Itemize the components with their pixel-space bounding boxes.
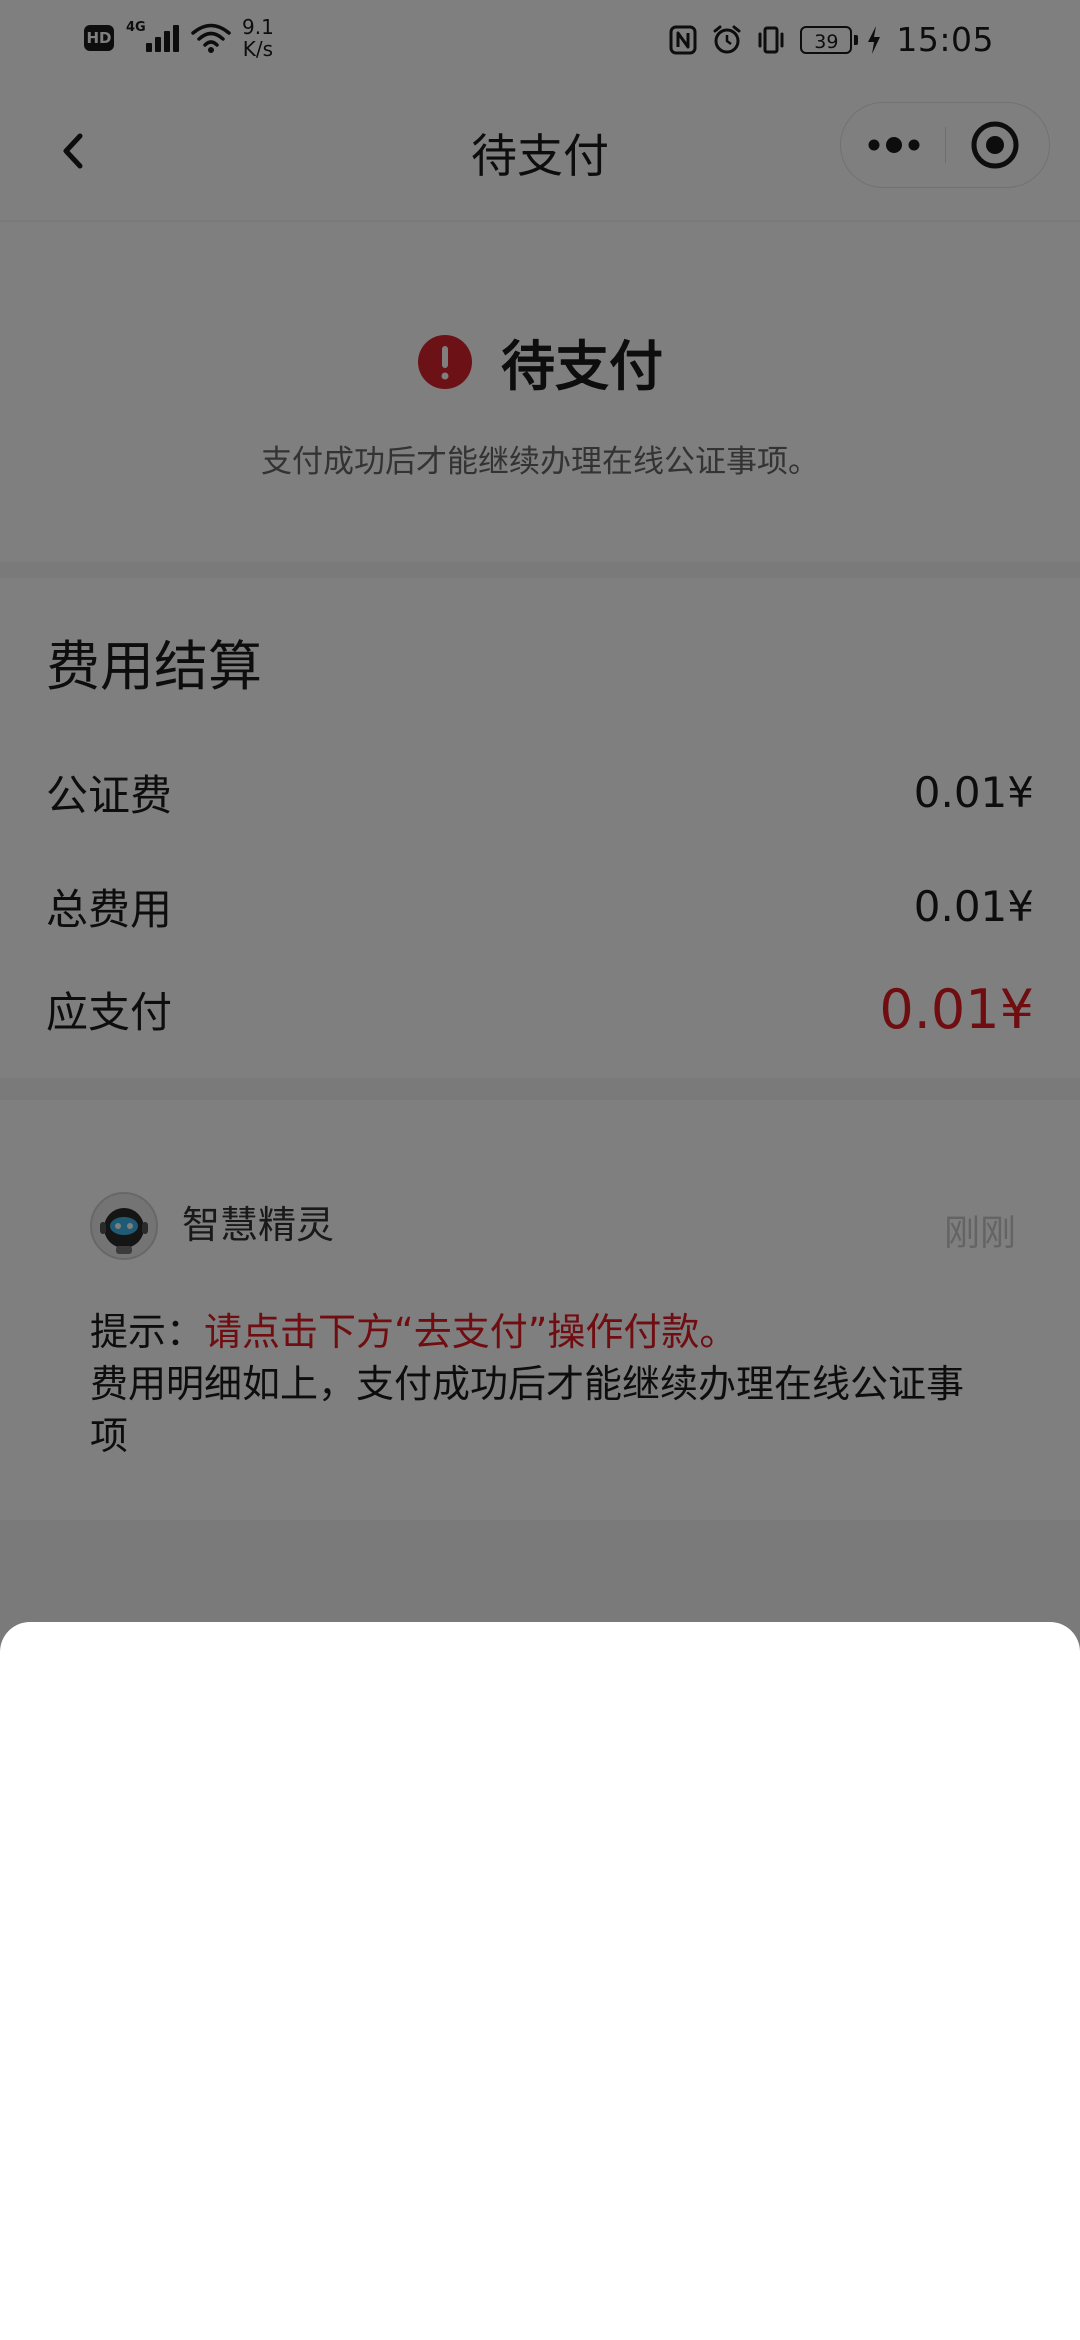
bottom-sheet — [0, 1622, 1080, 2340]
